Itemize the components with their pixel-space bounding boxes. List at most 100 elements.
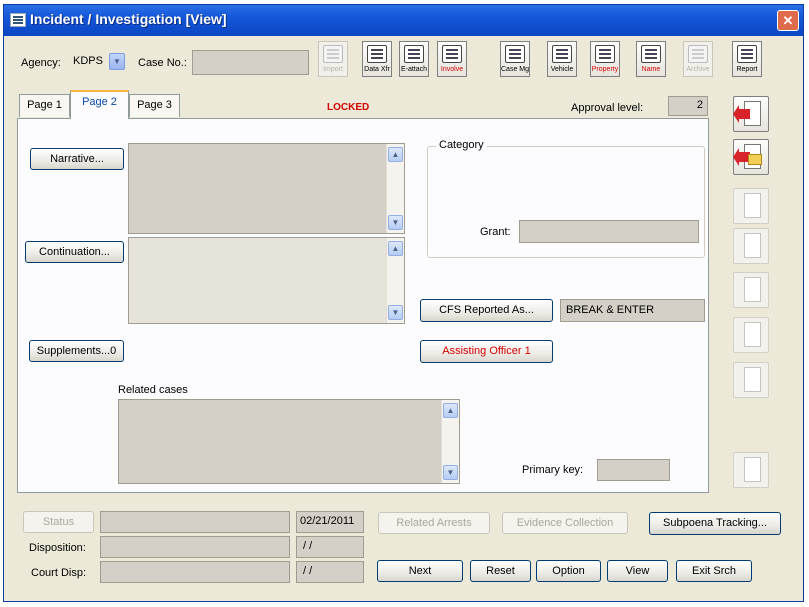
undo-icon xyxy=(744,193,761,218)
title-bar: Incident / Investigation [View] ✕ xyxy=(4,5,803,36)
delete-side-button[interactable] xyxy=(733,228,769,264)
toolbar-button-property[interactable]: Property xyxy=(590,41,620,77)
continuation-scrollbar[interactable]: ▲ ▼ xyxy=(386,238,404,323)
evidence-collection-button[interactable]: Evidence Collection xyxy=(502,512,628,534)
court-disp-label: Court Disp: xyxy=(31,567,87,579)
data-transfer-icon xyxy=(367,45,387,63)
toolbar-button-name[interactable]: Name xyxy=(636,41,666,77)
delete-icon xyxy=(744,233,761,258)
category-title: Category xyxy=(436,139,487,151)
name-icon xyxy=(641,45,661,63)
locked-status: LOCKED xyxy=(327,102,370,113)
approval-level-label: Approval level: xyxy=(571,102,644,114)
status-field xyxy=(100,511,290,533)
court-disp-field xyxy=(100,561,290,583)
attach-icon xyxy=(404,45,424,63)
toolbar-button-vehicle[interactable]: Vehicle xyxy=(547,41,577,77)
status-button[interactable]: Status xyxy=(23,511,94,533)
tree-icon xyxy=(744,457,761,482)
arrow-right-icon xyxy=(733,105,750,123)
toolbar-button-case-mgt[interactable]: Case Mgt xyxy=(500,41,530,77)
narrative-text[interactable]: ▲ ▼ xyxy=(128,143,405,234)
save-to-folder-button[interactable] xyxy=(733,139,769,175)
agency-label: Agency: xyxy=(21,57,61,69)
reset-button[interactable]: Reset xyxy=(470,560,531,582)
case-no-label: Case No.: xyxy=(138,57,187,69)
alert-side-button[interactable] xyxy=(733,317,769,353)
scroll-up-icon[interactable]: ▲ xyxy=(443,403,458,418)
toolbar-button-involve[interactable]: Involve xyxy=(437,41,467,77)
case-no-field[interactable] xyxy=(192,50,309,75)
view-button[interactable]: View xyxy=(607,560,668,582)
toolbar-button-label: Archive xyxy=(686,66,710,73)
tree-side-button[interactable] xyxy=(733,452,769,488)
undo-side-button[interactable] xyxy=(733,188,769,224)
close-icon[interactable]: ✕ xyxy=(777,10,799,31)
toolbar-button-label: Property xyxy=(591,66,619,73)
toolbar-button-import[interactable]: Import xyxy=(318,41,348,77)
status-date-field: 02/21/2011 xyxy=(296,511,364,533)
toolbar-button-label: Name xyxy=(641,66,661,73)
exit-search-button[interactable]: Exit Srch xyxy=(676,560,752,582)
court-disp-date-field: / / xyxy=(296,561,364,583)
print-icon xyxy=(744,277,761,302)
toolbar-button-report[interactable]: Report xyxy=(732,41,762,77)
save-record-button[interactable] xyxy=(733,96,769,132)
tab-page-1[interactable]: Page 1 xyxy=(19,94,70,117)
scroll-down-icon[interactable]: ▼ xyxy=(388,215,403,230)
toolbar-button-label: Involve xyxy=(440,66,464,73)
option-button[interactable]: Option xyxy=(536,560,601,582)
continuation-button[interactable]: Continuation... xyxy=(25,241,124,263)
scroll-up-icon[interactable]: ▲ xyxy=(388,241,403,256)
grant-field[interactable] xyxy=(519,220,699,243)
agency-dropdown-icon[interactable]: ▼ xyxy=(109,53,125,70)
narrative-button[interactable]: Narrative... xyxy=(30,148,124,170)
folder-icon xyxy=(748,154,762,165)
vehicle-icon xyxy=(552,45,572,63)
toolbar-button-label: Import xyxy=(323,66,343,73)
next-button[interactable]: Next xyxy=(377,560,463,582)
scroll-up-icon[interactable]: ▲ xyxy=(388,147,403,162)
disposition-date-field: / / xyxy=(296,536,364,558)
scroll-down-icon[interactable]: ▼ xyxy=(388,305,403,320)
supplements-button[interactable]: Supplements...0 xyxy=(29,340,124,362)
primary-key-label: Primary key: xyxy=(522,464,584,476)
toolbar-button-e-attach[interactable]: E-attach xyxy=(399,41,429,77)
print-side-button[interactable] xyxy=(733,272,769,308)
window-title: Incident / Investigation [View] xyxy=(30,11,227,27)
list-side-button[interactable] xyxy=(733,362,769,398)
assisting-officer-button[interactable]: Assisting Officer 1 xyxy=(420,340,553,363)
subpoena-tracking-button[interactable]: Subpoena Tracking... xyxy=(649,512,781,535)
involve-icon xyxy=(442,45,462,63)
related-cases-scrollbar[interactable]: ▲ ▼ xyxy=(441,400,459,483)
narrative-scrollbar[interactable]: ▲ ▼ xyxy=(386,144,404,233)
toolbar-button-data-xfr[interactable]: Data Xfr xyxy=(362,41,392,77)
toolbar-button-label: Report xyxy=(736,66,758,73)
grant-label: Grant: xyxy=(480,226,511,238)
continuation-text[interactable]: ▲ ▼ xyxy=(128,237,405,324)
toolbar-button-label: Vehicle xyxy=(550,66,574,73)
scroll-down-icon[interactable]: ▼ xyxy=(443,465,458,480)
related-cases-list[interactable]: ▲ ▼ xyxy=(118,399,460,484)
agency-select-value[interactable]: KDPS xyxy=(71,53,109,72)
toolbar-button-archive[interactable]: Archive xyxy=(683,41,713,77)
archive-icon xyxy=(688,45,708,63)
alert-icon xyxy=(744,322,761,347)
cfs-reported-as-button[interactable]: CFS Reported As... xyxy=(420,299,553,322)
approval-level-value: 2 xyxy=(668,96,708,116)
toolbar-button-label: Data Xfr xyxy=(364,66,390,73)
case-management-icon xyxy=(505,45,525,63)
disposition-field xyxy=(100,536,290,558)
related-arrests-button[interactable]: Related Arrests xyxy=(378,512,490,534)
import-icon xyxy=(323,45,343,63)
disposition-label: Disposition: xyxy=(29,542,86,554)
tab-page-3[interactable]: Page 3 xyxy=(129,94,180,117)
app-icon xyxy=(10,13,26,27)
tab-page-2[interactable]: Page 2 xyxy=(70,90,129,119)
toolbar-button-label: Case Mgt xyxy=(501,66,529,73)
toolbar-button-label: E-attach xyxy=(400,66,428,73)
list-icon xyxy=(744,367,761,392)
primary-key-field xyxy=(597,459,670,481)
property-icon xyxy=(595,45,615,63)
related-cases-label: Related cases xyxy=(118,384,188,396)
